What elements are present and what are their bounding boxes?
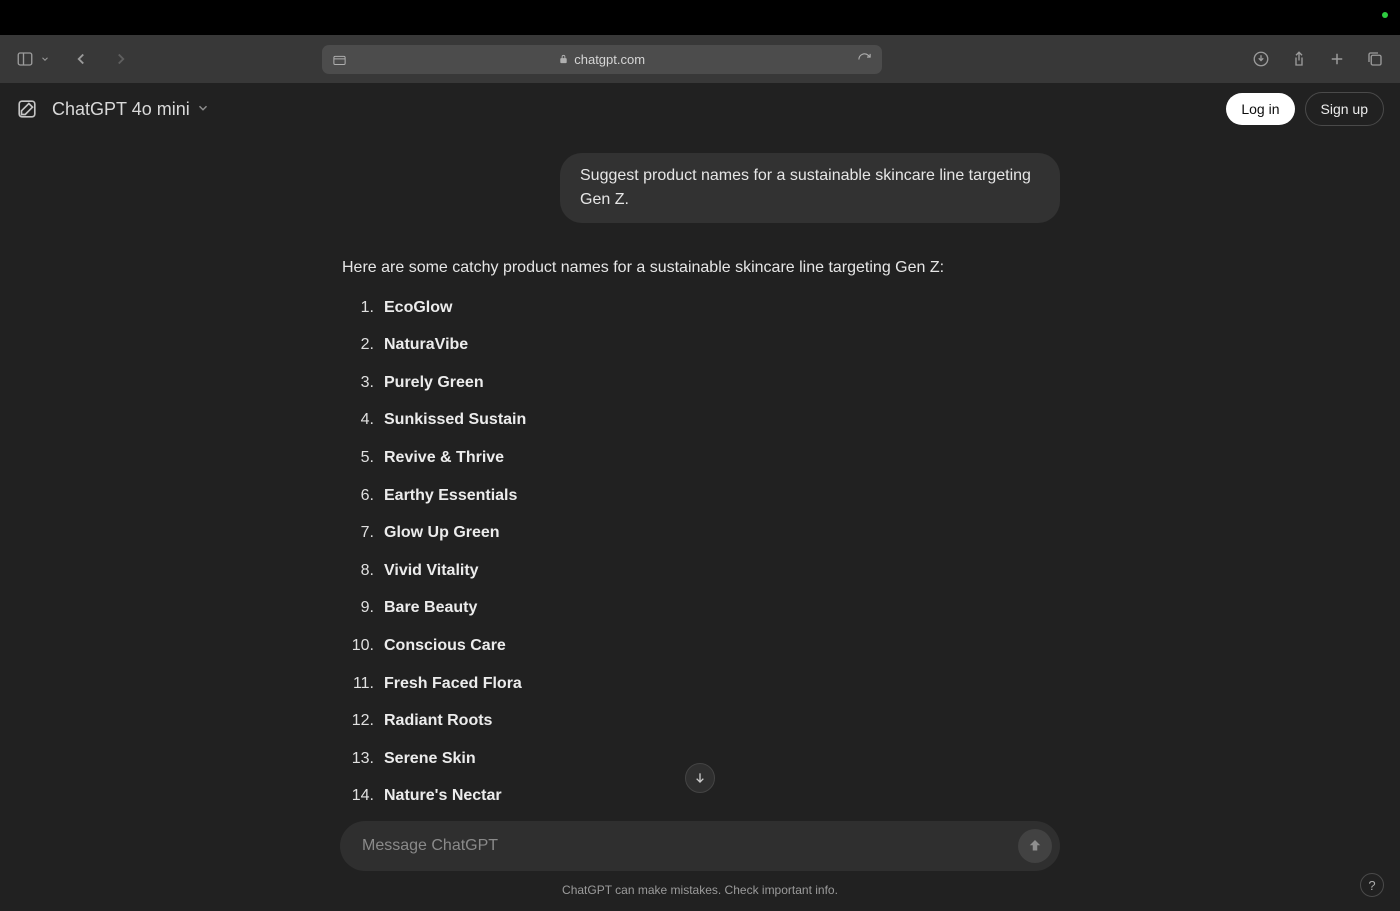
camera-indicator-icon — [1382, 12, 1388, 18]
list-number: 14. — [348, 783, 374, 809]
browser-toolbar: chatgpt.com — [0, 35, 1400, 83]
help-button[interactable]: ? — [1360, 873, 1384, 897]
window-titlebar — [0, 0, 1400, 35]
disclaimer-text: ChatGPT can make mistakes. Check importa… — [0, 883, 1400, 897]
list-item: 4. Sunkissed Sustain — [348, 407, 1060, 433]
product-name: EcoGlow — [384, 295, 452, 321]
new-tab-icon[interactable] — [1327, 49, 1347, 69]
assistant-intro-text: Here are some catchy product names for a… — [342, 255, 1060, 281]
user-message: Suggest product names for a sustainable … — [340, 153, 1060, 223]
message-composer — [340, 821, 1060, 871]
list-number: 11. — [348, 671, 374, 697]
product-name: Bare Beauty — [384, 595, 477, 621]
product-name: Vivid Vitality — [384, 558, 479, 584]
product-name: NaturaVibe — [384, 332, 468, 358]
list-number: 8. — [348, 558, 374, 584]
model-label: ChatGPT 4o mini — [52, 99, 190, 120]
user-message-text: Suggest product names for a sustainable … — [560, 153, 1060, 223]
send-button[interactable] — [1018, 829, 1052, 863]
list-number: 7. — [348, 520, 374, 546]
list-number: 12. — [348, 708, 374, 734]
list-number: 9. — [348, 595, 374, 621]
chatgpt-app: ChatGPT 4o mini Log in Sign up Suggest p… — [0, 83, 1400, 911]
product-name: Glow Up Green — [384, 520, 500, 546]
list-item: 12. Radiant Roots — [348, 708, 1060, 734]
message-input[interactable] — [362, 837, 1018, 855]
chevron-down-icon — [196, 99, 210, 120]
list-item: 11. Fresh Faced Flora — [348, 671, 1060, 697]
downloads-icon[interactable] — [1251, 49, 1271, 69]
list-number: 3. — [348, 370, 374, 396]
product-name: Nature's Nectar — [384, 783, 502, 809]
list-item: 6. Earthy Essentials — [348, 483, 1060, 509]
lock-icon — [558, 54, 569, 65]
list-number: 10. — [348, 633, 374, 659]
app-header: ChatGPT 4o mini Log in Sign up — [0, 83, 1400, 135]
product-name: Radiant Roots — [384, 708, 492, 734]
list-item: 5. Revive & Thrive — [348, 445, 1060, 471]
model-selector[interactable]: ChatGPT 4o mini — [52, 99, 210, 120]
website-settings-icon[interactable] — [332, 52, 347, 67]
share-icon[interactable] — [1289, 49, 1309, 69]
product-name: Purely Green — [384, 370, 484, 396]
list-item: 7. Glow Up Green — [348, 520, 1060, 546]
new-chat-icon[interactable] — [16, 98, 38, 120]
list-number: 13. — [348, 746, 374, 772]
conversation-area: Suggest product names for a sustainable … — [340, 135, 1060, 825]
product-name: Conscious Care — [384, 633, 506, 659]
list-item: 3. Purely Green — [348, 370, 1060, 396]
forward-button[interactable] — [111, 49, 131, 69]
product-name: Serene Skin — [384, 746, 476, 772]
list-item: 8. Vivid Vitality — [348, 558, 1060, 584]
url-host: chatgpt.com — [574, 52, 645, 67]
list-number: 6. — [348, 483, 374, 509]
sidebar-toggle-icon[interactable] — [15, 49, 35, 69]
login-button[interactable]: Log in — [1226, 93, 1294, 125]
list-item: 9. Bare Beauty — [348, 595, 1060, 621]
chevron-down-icon[interactable] — [39, 49, 51, 69]
list-number: 2. — [348, 332, 374, 358]
product-name: Revive & Thrive — [384, 445, 504, 471]
list-number: 5. — [348, 445, 374, 471]
back-button[interactable] — [71, 49, 91, 69]
tabs-overview-icon[interactable] — [1365, 49, 1385, 69]
product-name-list: 1. EcoGlow 2. NaturaVibe 3. Purely Green 4. Sun… — [342, 295, 1060, 825]
assistant-message: Here are some catchy product names for a… — [340, 255, 1060, 825]
signup-button[interactable]: Sign up — [1305, 92, 1384, 126]
list-item: 10. Conscious Care — [348, 633, 1060, 659]
product-name: Fresh Faced Flora — [384, 671, 522, 697]
list-number: 4. — [348, 407, 374, 433]
scroll-down-button[interactable] — [685, 763, 715, 793]
list-number: 1. — [348, 295, 374, 321]
list-item: 2. NaturaVibe — [348, 332, 1060, 358]
product-name: Earthy Essentials — [384, 483, 517, 509]
address-bar[interactable]: chatgpt.com — [322, 45, 882, 74]
reload-icon[interactable] — [857, 52, 872, 67]
product-name: Sunkissed Sustain — [384, 407, 526, 433]
list-item: 1. EcoGlow — [348, 295, 1060, 321]
